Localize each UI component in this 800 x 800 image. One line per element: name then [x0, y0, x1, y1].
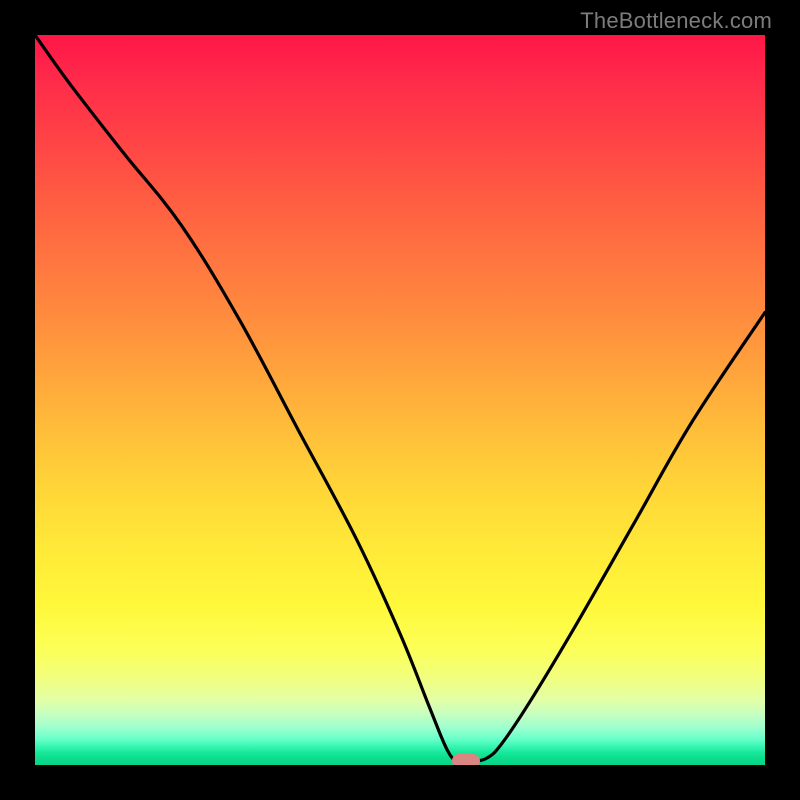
minimum-marker — [452, 754, 480, 765]
plot-area — [35, 35, 765, 765]
watermark-text: TheBottleneck.com — [580, 8, 772, 34]
chart-svg — [35, 35, 765, 765]
chart-container: TheBottleneck.com — [0, 0, 800, 800]
bottleneck-curve — [35, 35, 765, 762]
